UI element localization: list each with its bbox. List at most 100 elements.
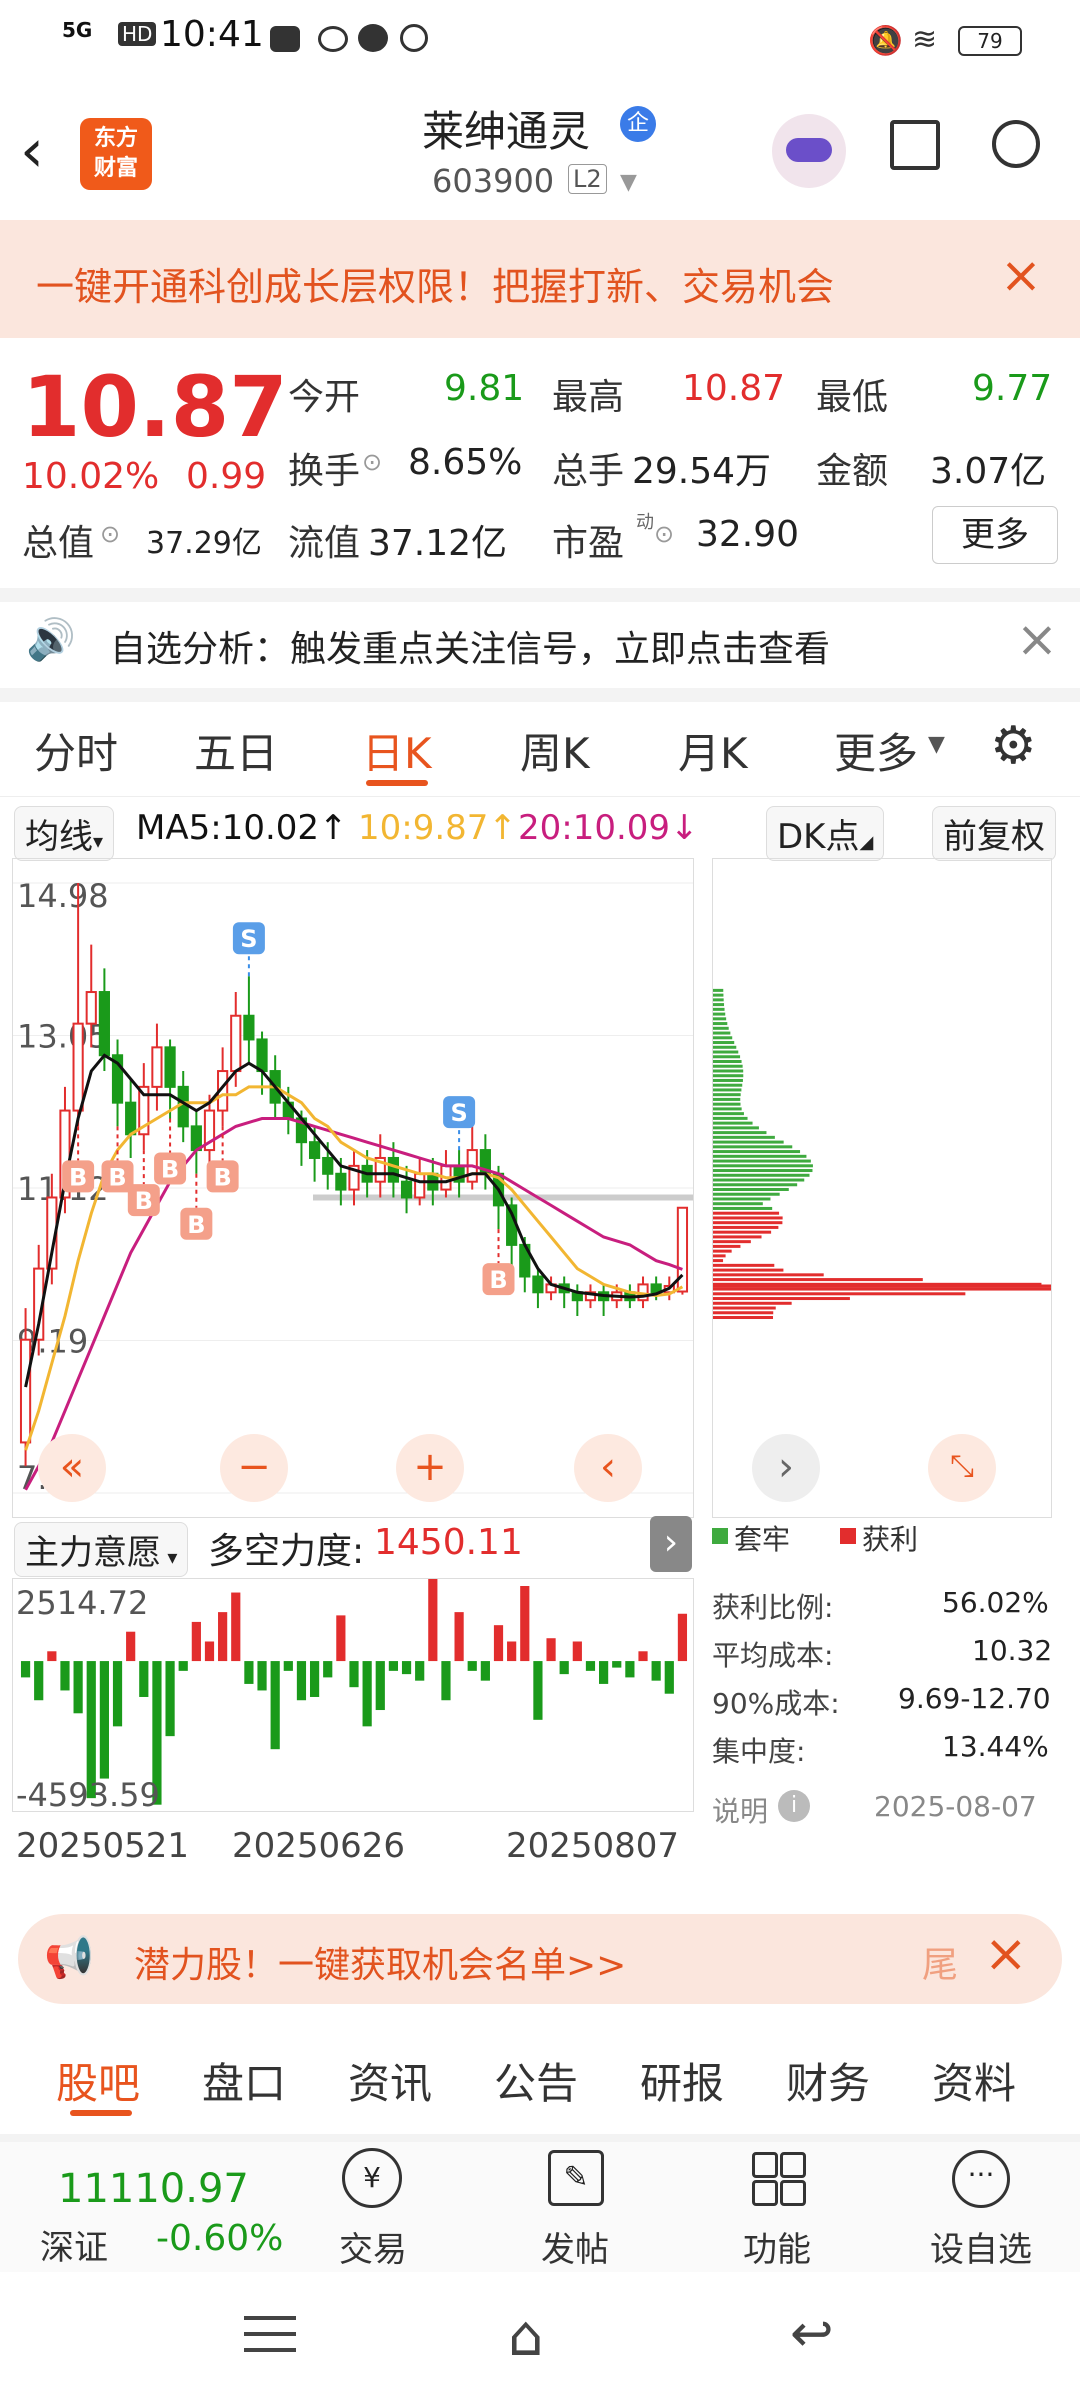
tab-finance[interactable]: 财务 <box>786 2050 870 2111</box>
tab-orderbook[interactable]: 盘口 <box>202 2050 286 2111</box>
more-icon[interactable]: ··· <box>952 2150 1010 2208</box>
tab-profile[interactable]: 资料 <box>932 2050 1016 2111</box>
chip-bar <box>713 1287 1051 1291</box>
chip-bar <box>713 1012 726 1016</box>
promo-bar[interactable]: 📢 潜力股！一键获取机会名单>> 尾 × <box>18 1914 1062 2004</box>
tab-research[interactable]: 研报 <box>640 2050 724 2111</box>
nav-functions[interactable]: 功能 <box>702 2222 852 2271</box>
close-icon[interactable]: × <box>1000 246 1042 304</box>
close-icon[interactable]: × <box>1016 610 1058 668</box>
price-change: 0.99 <box>186 456 267 497</box>
clock: 10:41 <box>160 14 264 55</box>
info-icon[interactable]: ⊙ <box>654 520 674 548</box>
info-icon[interactable]: i <box>778 1790 810 1822</box>
ma-selector-label: 均线 <box>25 817 93 857</box>
indicator-bar <box>112 1661 123 1727</box>
low-label: 最低 <box>816 377 889 418</box>
low-value: 9.77 <box>972 368 1053 409</box>
edit-icon[interactable]: ✎ <box>548 2150 604 2206</box>
indicator-bar <box>20 1661 31 1678</box>
tab-daily-k[interactable]: 日K <box>362 720 432 781</box>
candle-body <box>125 1101 137 1136</box>
app-logo[interactable]: 东方 财富 <box>80 118 152 190</box>
note-label[interactable]: 说明 <box>712 1790 768 1830</box>
dk-button[interactable]: DK点◢ <box>766 806 885 861</box>
chevron-down-icon[interactable]: ▼ <box>928 732 945 757</box>
float-label: 流值 <box>288 523 361 564</box>
candle-body <box>98 991 110 1057</box>
tab-indicator <box>70 2110 132 2116</box>
open-label: 今开 <box>288 377 361 418</box>
nav-trade[interactable]: 交易 <box>298 2222 448 2271</box>
tab-news[interactable]: 资讯 <box>348 2050 432 2111</box>
tab-announcements[interactable]: 公告 <box>494 2050 578 2111</box>
tab-more[interactable]: 更多 <box>834 720 918 781</box>
share-icon[interactable] <box>890 120 940 170</box>
chip-bar <box>713 1017 727 1021</box>
candle-body <box>256 1038 268 1073</box>
chip-bar <box>713 1069 744 1073</box>
scroll-left-icon[interactable]: « <box>38 1434 106 1502</box>
candle-body <box>85 991 97 1025</box>
grid-icon[interactable] <box>752 2152 806 2206</box>
indicator-selector[interactable]: 主力意愿 ▾ <box>14 1522 189 1577</box>
step-right-icon[interactable]: › <box>752 1434 820 1502</box>
tab-monthly-k[interactable]: 月K <box>678 720 748 781</box>
candle-body <box>243 1014 255 1041</box>
chip-bar <box>713 1316 774 1320</box>
tab-weekly-k[interactable]: 周K <box>520 720 590 781</box>
avatar[interactable] <box>772 114 846 188</box>
menu-icon[interactable] <box>244 2316 296 2352</box>
ma5-line <box>24 1053 684 1388</box>
adjust-button[interactable]: 前复权 <box>932 806 1056 861</box>
battery-icon: 79 <box>958 26 1022 56</box>
chip-bar <box>713 1150 801 1154</box>
more-button[interactable]: 更多 <box>932 506 1058 564</box>
info-icon[interactable]: ⊙ <box>362 448 382 476</box>
tab-timeshare[interactable]: 分时 <box>34 720 118 781</box>
dropdown-icon[interactable]: ▼ <box>620 170 637 195</box>
tab-five-day[interactable]: 五日 <box>194 720 278 781</box>
expand-icon[interactable]: ⤡ <box>928 1434 996 1502</box>
ma-selector[interactable]: 均线▾ <box>14 806 115 861</box>
chip-bar <box>713 1183 798 1187</box>
alert-bar[interactable]: 🔊 自选分析：触发重点关注信号，立即点击查看 × <box>0 602 1080 688</box>
stat-label: 90%成本: <box>712 1687 840 1720</box>
chip-bar <box>713 988 724 992</box>
expand-arrow-icon[interactable]: › <box>650 1516 692 1572</box>
trade-icon[interactable]: ¥ <box>342 2148 402 2208</box>
chip-bar <box>713 1292 966 1296</box>
chip-bar <box>713 1249 732 1253</box>
close-icon[interactable]: × <box>984 1924 1028 1984</box>
indicator-bar <box>296 1661 307 1701</box>
back-icon[interactable]: ‹ <box>20 116 44 186</box>
zoom-in-icon[interactable]: + <box>396 1434 464 1502</box>
gear-icon[interactable]: ⚙ <box>990 716 1037 776</box>
home-icon[interactable]: ⌂ <box>508 2304 544 2369</box>
signal-label: B <box>213 1163 231 1191</box>
search-icon[interactable] <box>992 120 1040 168</box>
ma20-value: 20:10.09↓ <box>518 808 699 848</box>
back-nav-icon[interactable]: ↩ <box>790 2304 834 2364</box>
chip-bar <box>713 1235 762 1239</box>
nav-post[interactable]: 发帖 <box>500 2222 650 2271</box>
tab-forum[interactable]: 股吧 <box>56 2050 140 2111</box>
indicator-bar <box>204 1641 215 1662</box>
chip-bar <box>713 1259 724 1263</box>
stock-name: 莱绅通灵 <box>422 107 591 156</box>
zoom-out-icon[interactable]: − <box>220 1434 288 1502</box>
info-icon[interactable]: ⊙ <box>100 520 120 548</box>
divider <box>0 2134 1080 2142</box>
level-badge[interactable]: L2 <box>568 164 607 194</box>
chip-bar <box>713 1244 741 1248</box>
signal-label: B <box>135 1187 153 1215</box>
ma10-value: 10:9.87↑ <box>358 808 517 848</box>
index-value[interactable]: 11110.97 <box>58 2166 249 2212</box>
step-left-icon[interactable]: ‹ <box>574 1434 642 1502</box>
nav-watchlist[interactable]: 设自选 <box>906 2222 1056 2271</box>
chip-bar <box>713 1121 753 1125</box>
kline-chart[interactable]: 14.9813.0511.129.197.26BBBBBBSSB <box>12 858 694 1518</box>
indicator-top: 2514.72 <box>16 1584 149 1622</box>
chip-bar <box>713 1197 771 1201</box>
promo-banner[interactable]: 一键开通科创成长层权限！把握打新、交易机会 × <box>0 220 1080 338</box>
